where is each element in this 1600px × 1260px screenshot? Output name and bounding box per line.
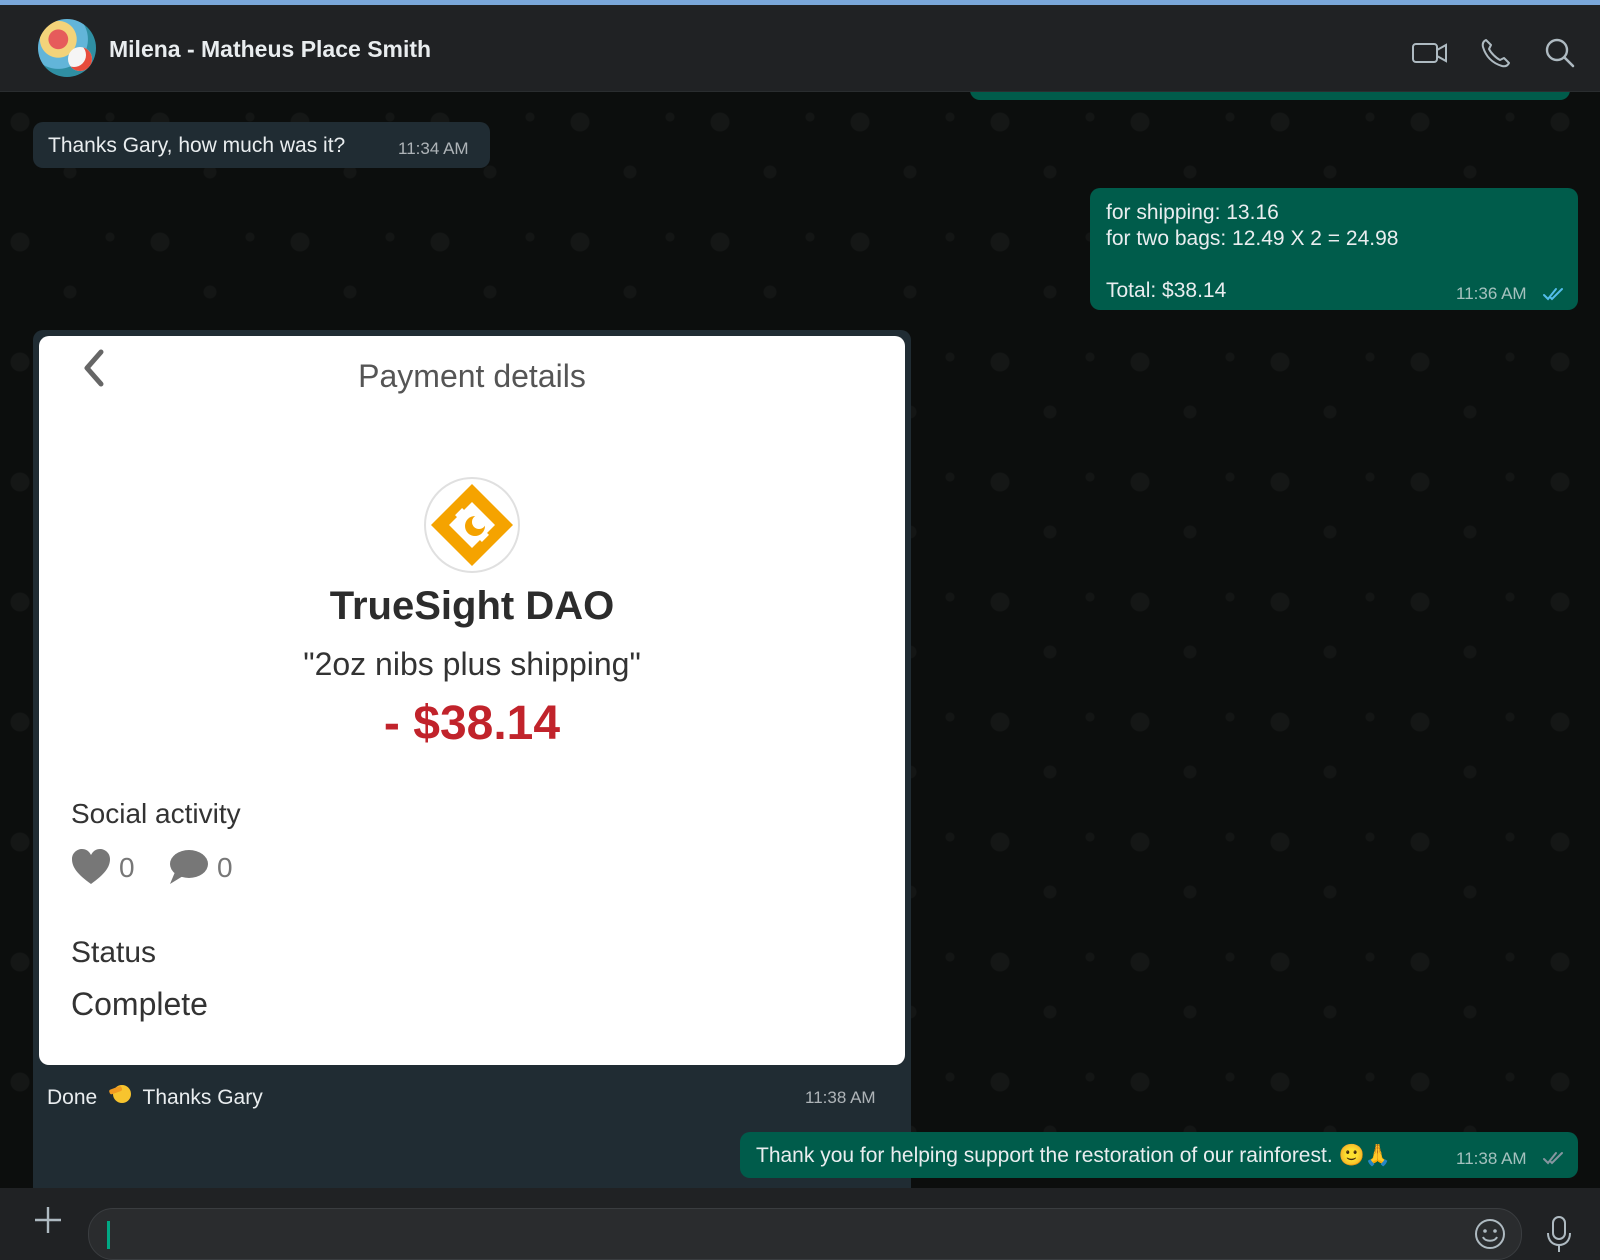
text-cursor <box>107 1221 110 1249</box>
truesight-logo-icon <box>424 477 520 573</box>
comment-icon <box>170 850 208 884</box>
message-time: 11:38 AM <box>1456 1149 1527 1168</box>
payment-details-card[interactable]: Payment details TrueSight DAO "2oz nibs … <box>39 336 905 1065</box>
social-activity-label: Social activity <box>71 798 241 829</box>
emoji-icon[interactable] <box>1473 1217 1507 1251</box>
microphone-icon[interactable] <box>1544 1214 1574 1254</box>
message-time: 11:38 AM <box>805 1088 876 1107</box>
chat-history[interactable]: Thanks Gary, how much was it? 11:34 AM f… <box>0 92 1600 1188</box>
voice-call-icon[interactable] <box>1476 33 1516 73</box>
search-icon[interactable] <box>1540 33 1580 73</box>
message-text: Thanks Gary, how much was it? <box>48 134 346 157</box>
chat-header: Milena - Matheus Place Smith <box>0 5 1600 92</box>
message-line: for shipping: 13.16 <box>1106 201 1279 224</box>
message-text: for shipping: 13.16 for two bags: 12.49 … <box>1106 200 1398 304</box>
incoming-image-message[interactable]: Payment details TrueSight DAO "2oz nibs … <box>33 330 911 1188</box>
contact-avatar[interactable] <box>38 19 96 77</box>
message-line: Total: $38.14 <box>1106 279 1227 302</box>
likes-count: 0 <box>119 852 135 883</box>
delivered-receipt-icon <box>1543 1152 1563 1165</box>
status-value: Complete <box>71 986 208 1022</box>
previous-outgoing-bubble <box>970 92 1570 100</box>
salute-emoji-icon <box>107 1082 133 1110</box>
message-time: 11:36 AM <box>1456 284 1527 303</box>
caption-text-before: Done <box>47 1086 98 1109</box>
image-caption: Done Thanks Gary <box>47 1082 263 1110</box>
video-call-icon[interactable] <box>1410 33 1450 73</box>
payment-details-title: Payment details <box>358 358 586 394</box>
caption-text-after: Thanks Gary <box>142 1086 263 1109</box>
message-line: for two bags: 12.49 X 2 = 24.98 <box>1106 227 1399 250</box>
outgoing-message[interactable]: Thank you for helping support the restor… <box>740 1132 1578 1178</box>
message-line <box>1106 252 1398 278</box>
payment-memo: "2oz nibs plus shipping" <box>303 646 641 682</box>
incoming-message[interactable]: Thanks Gary, how much was it? 11:34 AM <box>33 122 490 168</box>
heart-icon <box>72 849 110 884</box>
contact-name[interactable]: Milena - Matheus Place Smith <box>109 36 431 63</box>
read-receipt-icon <box>1543 288 1563 301</box>
attach-plus-icon[interactable] <box>30 1202 66 1238</box>
merchant-name: TrueSight DAO <box>329 584 615 628</box>
message-composer <box>0 1188 1600 1260</box>
outgoing-message[interactable]: for shipping: 13.16 for two bags: 12.49 … <box>1090 188 1578 310</box>
comments-count: 0 <box>217 852 233 883</box>
message-text: Thank you for helping support the restor… <box>756 1144 1391 1167</box>
message-input[interactable] <box>88 1208 1522 1260</box>
status-label: Status <box>71 936 157 969</box>
payment-amount: - $38.14 <box>383 697 561 750</box>
message-time: 11:34 AM <box>398 139 469 158</box>
